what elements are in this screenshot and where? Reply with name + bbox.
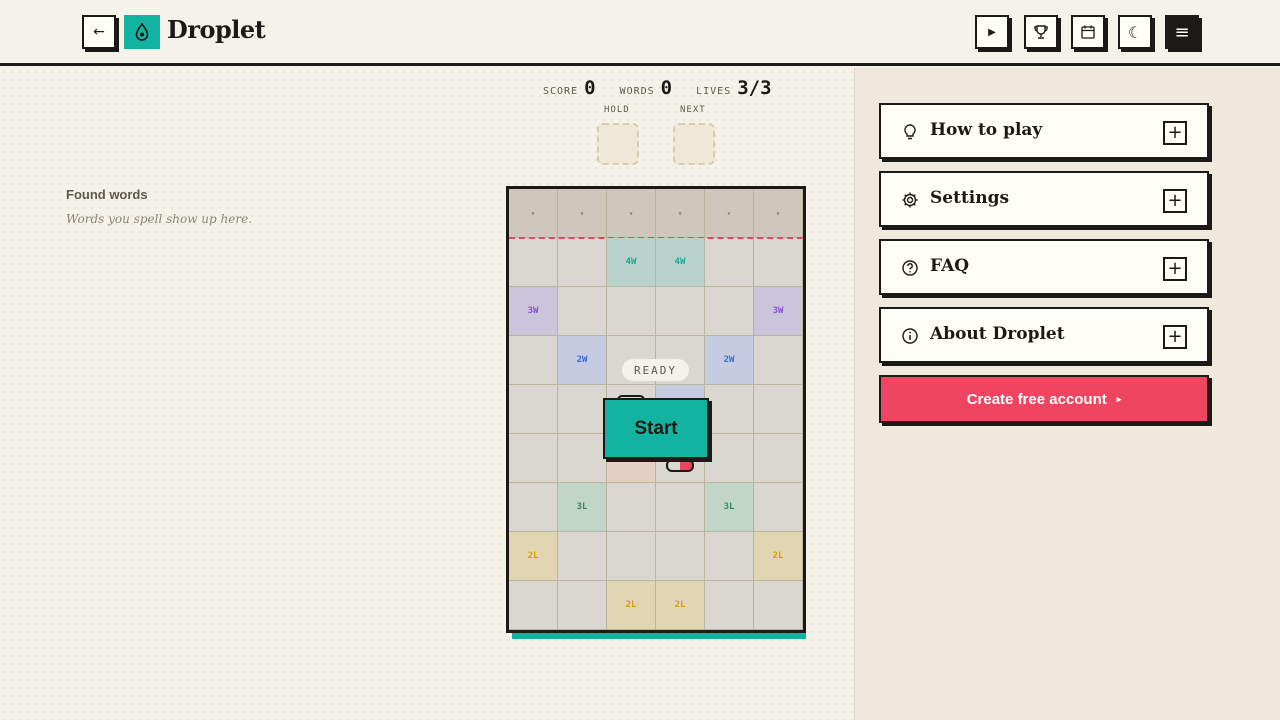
accordion-faq[interactable]: FAQ + xyxy=(879,239,1209,295)
hold-slot[interactable] xyxy=(597,123,639,165)
board-cell xyxy=(656,483,705,532)
back-button[interactable]: ← xyxy=(82,15,116,49)
board-cell xyxy=(705,238,754,287)
hold-label: HOLD xyxy=(604,105,630,115)
board-cell xyxy=(558,581,607,630)
plus-icon[interactable]: + xyxy=(1163,121,1187,145)
accordion-title: FAQ xyxy=(930,256,970,276)
board-cell xyxy=(705,532,754,581)
board-cell xyxy=(607,532,656,581)
board-cell xyxy=(607,483,656,532)
calendar-icon xyxy=(1081,25,1095,39)
plus-icon[interactable]: + xyxy=(1163,189,1187,213)
stats-bar: SCORE 0 WORDS 0 LIVES 3/3 xyxy=(543,77,790,99)
lightbulb-icon xyxy=(904,124,916,140)
accordion-title: How to play xyxy=(930,120,1043,140)
bonus-cell: 2W xyxy=(558,336,607,385)
moon-icon: ☾ xyxy=(1127,22,1143,42)
droplet-icon xyxy=(135,23,149,41)
board-cell xyxy=(509,581,558,630)
board-cell xyxy=(754,581,803,630)
board-cell xyxy=(754,238,803,287)
board-cell xyxy=(607,287,656,336)
bonus-cell: 3L xyxy=(558,483,607,532)
found-words-subtitle: Words you spell show up here. xyxy=(66,212,253,226)
play-icon: ▶ xyxy=(988,26,996,38)
drop-column-marker[interactable]: ▾ xyxy=(705,189,754,238)
plus-icon[interactable]: + xyxy=(1163,325,1187,349)
start-button[interactable]: Start xyxy=(603,398,709,459)
question-circle-icon xyxy=(902,260,918,276)
theme-toggle-button[interactable]: ☾ xyxy=(1118,15,1152,49)
bonus-cell: 2L xyxy=(607,581,656,630)
board-cell xyxy=(558,385,607,434)
lives-label: LIVES xyxy=(696,86,732,97)
score-value: 0 xyxy=(584,77,596,99)
plus-icon[interactable]: + xyxy=(1163,257,1187,281)
board-cell xyxy=(558,238,607,287)
board-cell xyxy=(656,287,705,336)
play-button[interactable]: ▶ xyxy=(975,15,1009,49)
board-cell xyxy=(509,336,558,385)
arrow-left-icon: ← xyxy=(93,24,105,40)
bonus-cell: 3W xyxy=(509,287,558,336)
board-cell xyxy=(705,581,754,630)
next-slot xyxy=(673,123,715,165)
accordion-about[interactable]: About Droplet + xyxy=(879,307,1209,363)
board-cell xyxy=(705,385,754,434)
board-cell xyxy=(754,336,803,385)
arrow-right-icon: ▸ xyxy=(1116,393,1122,404)
falling-piece-peek xyxy=(666,459,694,472)
bonus-cell: 4W xyxy=(656,238,705,287)
board-cell xyxy=(705,287,754,336)
menu-button[interactable]: ≡ xyxy=(1165,15,1199,49)
cta-label: Create free account xyxy=(966,390,1107,408)
drop-column-marker[interactable]: ▾ xyxy=(509,189,558,238)
drop-column-marker[interactable]: ▾ xyxy=(656,189,705,238)
info-circle-icon xyxy=(902,328,918,344)
board-cell xyxy=(558,434,607,483)
board-cell xyxy=(754,483,803,532)
daily-calendar-button[interactable] xyxy=(1071,15,1105,49)
words-label: WORDS xyxy=(619,86,655,97)
bonus-cell: 2L xyxy=(656,581,705,630)
bonus-cell: 4W xyxy=(607,238,656,287)
bonus-cell: 3W xyxy=(754,287,803,336)
score-label: SCORE xyxy=(543,86,579,97)
ready-badge: READY xyxy=(622,359,689,381)
board-cell xyxy=(705,434,754,483)
drop-column-marker[interactable]: ▾ xyxy=(607,189,656,238)
accordion-title: Settings xyxy=(930,188,1010,208)
drop-column-marker[interactable]: ▾ xyxy=(558,189,607,238)
board-cell xyxy=(754,434,803,483)
bonus-cell: 2W xyxy=(705,336,754,385)
lives-value: 3/3 xyxy=(737,77,772,99)
found-words-title: Found words xyxy=(66,187,148,202)
trophy-icon xyxy=(1034,25,1048,39)
words-value: 0 xyxy=(660,77,673,99)
drop-column-marker[interactable]: ▾ xyxy=(754,189,803,238)
create-account-button[interactable]: Create free account ▸ xyxy=(879,375,1209,423)
board-cell xyxy=(509,434,558,483)
hamburger-icon: ≡ xyxy=(1174,21,1190,43)
leaderboard-button[interactable] xyxy=(1024,15,1058,49)
droplet-logo xyxy=(124,15,160,49)
board-cell xyxy=(509,385,558,434)
bonus-cell: 2L xyxy=(509,532,558,581)
accordion-title: About Droplet xyxy=(930,324,1065,344)
accordion-settings[interactable]: Settings + xyxy=(879,171,1209,227)
board-cell xyxy=(509,483,558,532)
board-cell xyxy=(509,238,558,287)
accordion-how-to-play[interactable]: How to play + xyxy=(879,103,1209,159)
board-cell xyxy=(754,385,803,434)
board-cell xyxy=(558,287,607,336)
board-cell xyxy=(558,532,607,581)
top-bar: ← Droplet ▶ ☾ ≡ xyxy=(0,0,1280,66)
next-label: NEXT xyxy=(680,105,706,115)
brand-name: Droplet xyxy=(167,15,266,44)
bonus-cell: 3L xyxy=(705,483,754,532)
board-cell xyxy=(656,532,705,581)
bonus-cell: 2L xyxy=(754,532,803,581)
gear-icon xyxy=(902,192,918,208)
